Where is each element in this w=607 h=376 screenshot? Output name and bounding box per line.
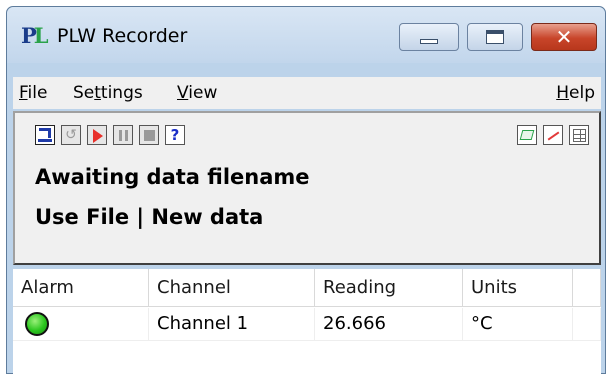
load-file-icon[interactable] <box>35 125 55 145</box>
control-panel: ↺ ? Awaiting data filename Use File | Ne… <box>13 111 601 265</box>
maximize-button[interactable] <box>467 23 523 51</box>
minimize-button[interactable] <box>399 23 459 51</box>
col-units-header[interactable]: Units <box>463 269 573 307</box>
record-icon[interactable] <box>87 125 107 145</box>
menu-bar: File Settings View Help <box>13 77 601 109</box>
help-icon[interactable]: ? <box>165 125 185 145</box>
col-reading-header[interactable]: Reading <box>315 269 463 307</box>
table-row[interactable]: Channel 1 26.666 °C <box>13 308 601 340</box>
alarm-cell <box>13 308 149 340</box>
menu-view[interactable]: View <box>177 83 217 103</box>
units-cell: °C <box>463 308 573 340</box>
menu-help[interactable]: Help <box>556 83 595 103</box>
title-bar[interactable]: PL PLW Recorder ✕ <box>7 7 605 63</box>
status-line-1: Awaiting data filename <box>35 165 310 189</box>
pause-icon[interactable] <box>113 125 133 145</box>
plw-logo-icon: PL <box>21 23 49 48</box>
col-alarm-header[interactable]: Alarm <box>13 269 149 307</box>
close-button[interactable]: ✕ <box>531 23 597 51</box>
app-window: PL PLW Recorder ✕ File Settings View Hel… <box>6 6 606 375</box>
stop-icon[interactable] <box>139 125 159 145</box>
menu-file[interactable]: File <box>19 83 47 103</box>
reading-cell: 26.666 <box>315 308 463 340</box>
table-row-empty <box>13 340 601 360</box>
col-extra-header <box>573 269 601 307</box>
table-header: Alarm Channel Reading Units <box>13 269 601 307</box>
channel-table: Alarm Channel Reading Units Channel 1 26… <box>13 269 601 375</box>
close-icon: ✕ <box>555 25 573 49</box>
col-channel-header[interactable]: Channel <box>149 269 315 307</box>
menu-settings[interactable]: Settings <box>73 83 143 103</box>
maximize-icon <box>486 30 504 44</box>
undo-icon[interactable]: ↺ <box>61 125 81 145</box>
trend-icon[interactable] <box>543 125 563 145</box>
status-line-2: Use File | New data <box>35 205 264 229</box>
graph-icon[interactable] <box>517 125 537 145</box>
menu-file-rest: ile <box>27 83 48 103</box>
window-title: PLW Recorder <box>57 25 188 47</box>
channel-cell: Channel 1 <box>149 308 315 340</box>
alarm-status-icon <box>25 312 49 336</box>
minimize-icon <box>420 38 438 44</box>
spreadsheet-icon[interactable] <box>569 125 589 145</box>
extra-cell <box>573 308 601 340</box>
